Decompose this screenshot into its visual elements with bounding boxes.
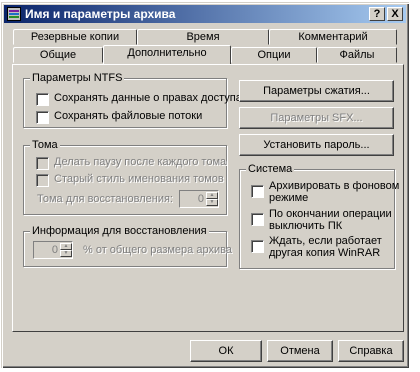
- title-bar[interactable]: Имя и параметры архива ? X: [4, 5, 406, 23]
- old-naming-label[interactable]: Старый стиль именования томов: [54, 173, 224, 185]
- background-archive-line2: режиме: [269, 192, 309, 204]
- cancel-label: Отмена: [280, 345, 320, 357]
- advanced-panel: Параметры NTFS Сохранять данные о правах…: [12, 64, 404, 332]
- background-archive-checkbox[interactable]: [251, 185, 264, 198]
- background-archive-line1: Архивировать в фоновом: [269, 180, 400, 192]
- spin-up-icon[interactable]: ▲: [60, 243, 72, 250]
- tab-options[interactable]: Опции: [231, 47, 317, 63]
- set-password-button[interactable]: Установить пароль...: [239, 134, 394, 156]
- volumes-legend: Тома: [30, 139, 60, 151]
- compression-settings-label: Параметры сжатия...: [263, 85, 370, 97]
- tab-comment[interactable]: Комментарий: [269, 29, 397, 45]
- spin-up-icon[interactable]: ▲: [206, 192, 218, 199]
- background-archive-label[interactable]: Архивировать в фоновом режиме: [269, 180, 399, 204]
- shutdown-pc-checkbox[interactable]: [251, 213, 264, 226]
- help-title-button[interactable]: ?: [369, 7, 385, 21]
- winrar-icon: [7, 7, 21, 21]
- help-button[interactable]: Справка: [338, 340, 404, 362]
- tab-time[interactable]: Время: [137, 29, 269, 45]
- pause-volumes-label[interactable]: Делать паузу после каждого тома: [54, 156, 226, 168]
- wait-winrar-checkbox[interactable]: [251, 240, 264, 253]
- sfx-settings-label: Параметры SFX...: [270, 112, 363, 124]
- help-label: Справка: [349, 345, 393, 357]
- recovery-record-spinner[interactable]: 0 ▲ ▼: [33, 241, 73, 259]
- window-title: Имя и параметры архива: [25, 7, 176, 21]
- system-legend: Система: [246, 163, 295, 175]
- save-access-label[interactable]: Сохранять данные о правах доступа: [54, 92, 242, 104]
- ntfs-legend: Параметры NTFS: [30, 72, 125, 84]
- spin-down-icon[interactable]: ▼: [206, 199, 218, 206]
- tab-advanced[interactable]: Дополнительно: [103, 45, 231, 64]
- save-streams-label[interactable]: Сохранять файловые потоки: [54, 110, 202, 122]
- recovery-volumes-label: Тома для восстановления:: [37, 193, 173, 205]
- tab-files[interactable]: Файлы: [317, 47, 397, 63]
- wait-winrar-line2: другая копия WinRAR: [269, 247, 381, 259]
- recovery-volumes-value: 0: [197, 193, 204, 205]
- close-title-button[interactable]: X: [387, 7, 403, 21]
- shutdown-pc-line1: По окончании операции: [269, 208, 392, 220]
- compression-settings-button[interactable]: Параметры сжатия...: [239, 80, 394, 102]
- tab-backups[interactable]: Резервные копии: [13, 29, 137, 45]
- recovery-suffix-label: % от общего размера архива: [83, 244, 232, 256]
- shutdown-pc-label[interactable]: По окончании операции выключить ПК: [269, 208, 392, 232]
- ok-label: ОК: [218, 345, 234, 357]
- shutdown-pc-line2: выключить ПК: [269, 220, 343, 232]
- pause-volumes-checkbox[interactable]: [36, 157, 49, 170]
- set-password-label: Установить пароль...: [263, 139, 370, 151]
- tab-general[interactable]: Общие: [13, 47, 103, 63]
- cancel-button[interactable]: Отмена: [267, 340, 333, 362]
- recovery-legend: Информация для восстановления: [30, 225, 209, 237]
- wait-winrar-line1: Ждать, если работает: [269, 235, 382, 247]
- spin-down-icon[interactable]: ▼: [60, 250, 72, 257]
- sfx-settings-button[interactable]: Параметры SFX...: [239, 107, 394, 129]
- old-naming-checkbox[interactable]: [36, 174, 49, 187]
- wait-winrar-label[interactable]: Ждать, если работает другая копия WinRAR: [269, 235, 382, 259]
- save-access-checkbox[interactable]: [36, 93, 49, 106]
- ok-button[interactable]: ОК: [190, 340, 262, 362]
- recovery-volumes-spinner[interactable]: 0 ▲ ▼: [179, 190, 219, 208]
- archive-dialog: Имя и параметры архива ? X Резервные коп…: [1, 2, 409, 368]
- save-streams-checkbox[interactable]: [36, 111, 49, 124]
- recovery-record-value: 0: [51, 244, 58, 256]
